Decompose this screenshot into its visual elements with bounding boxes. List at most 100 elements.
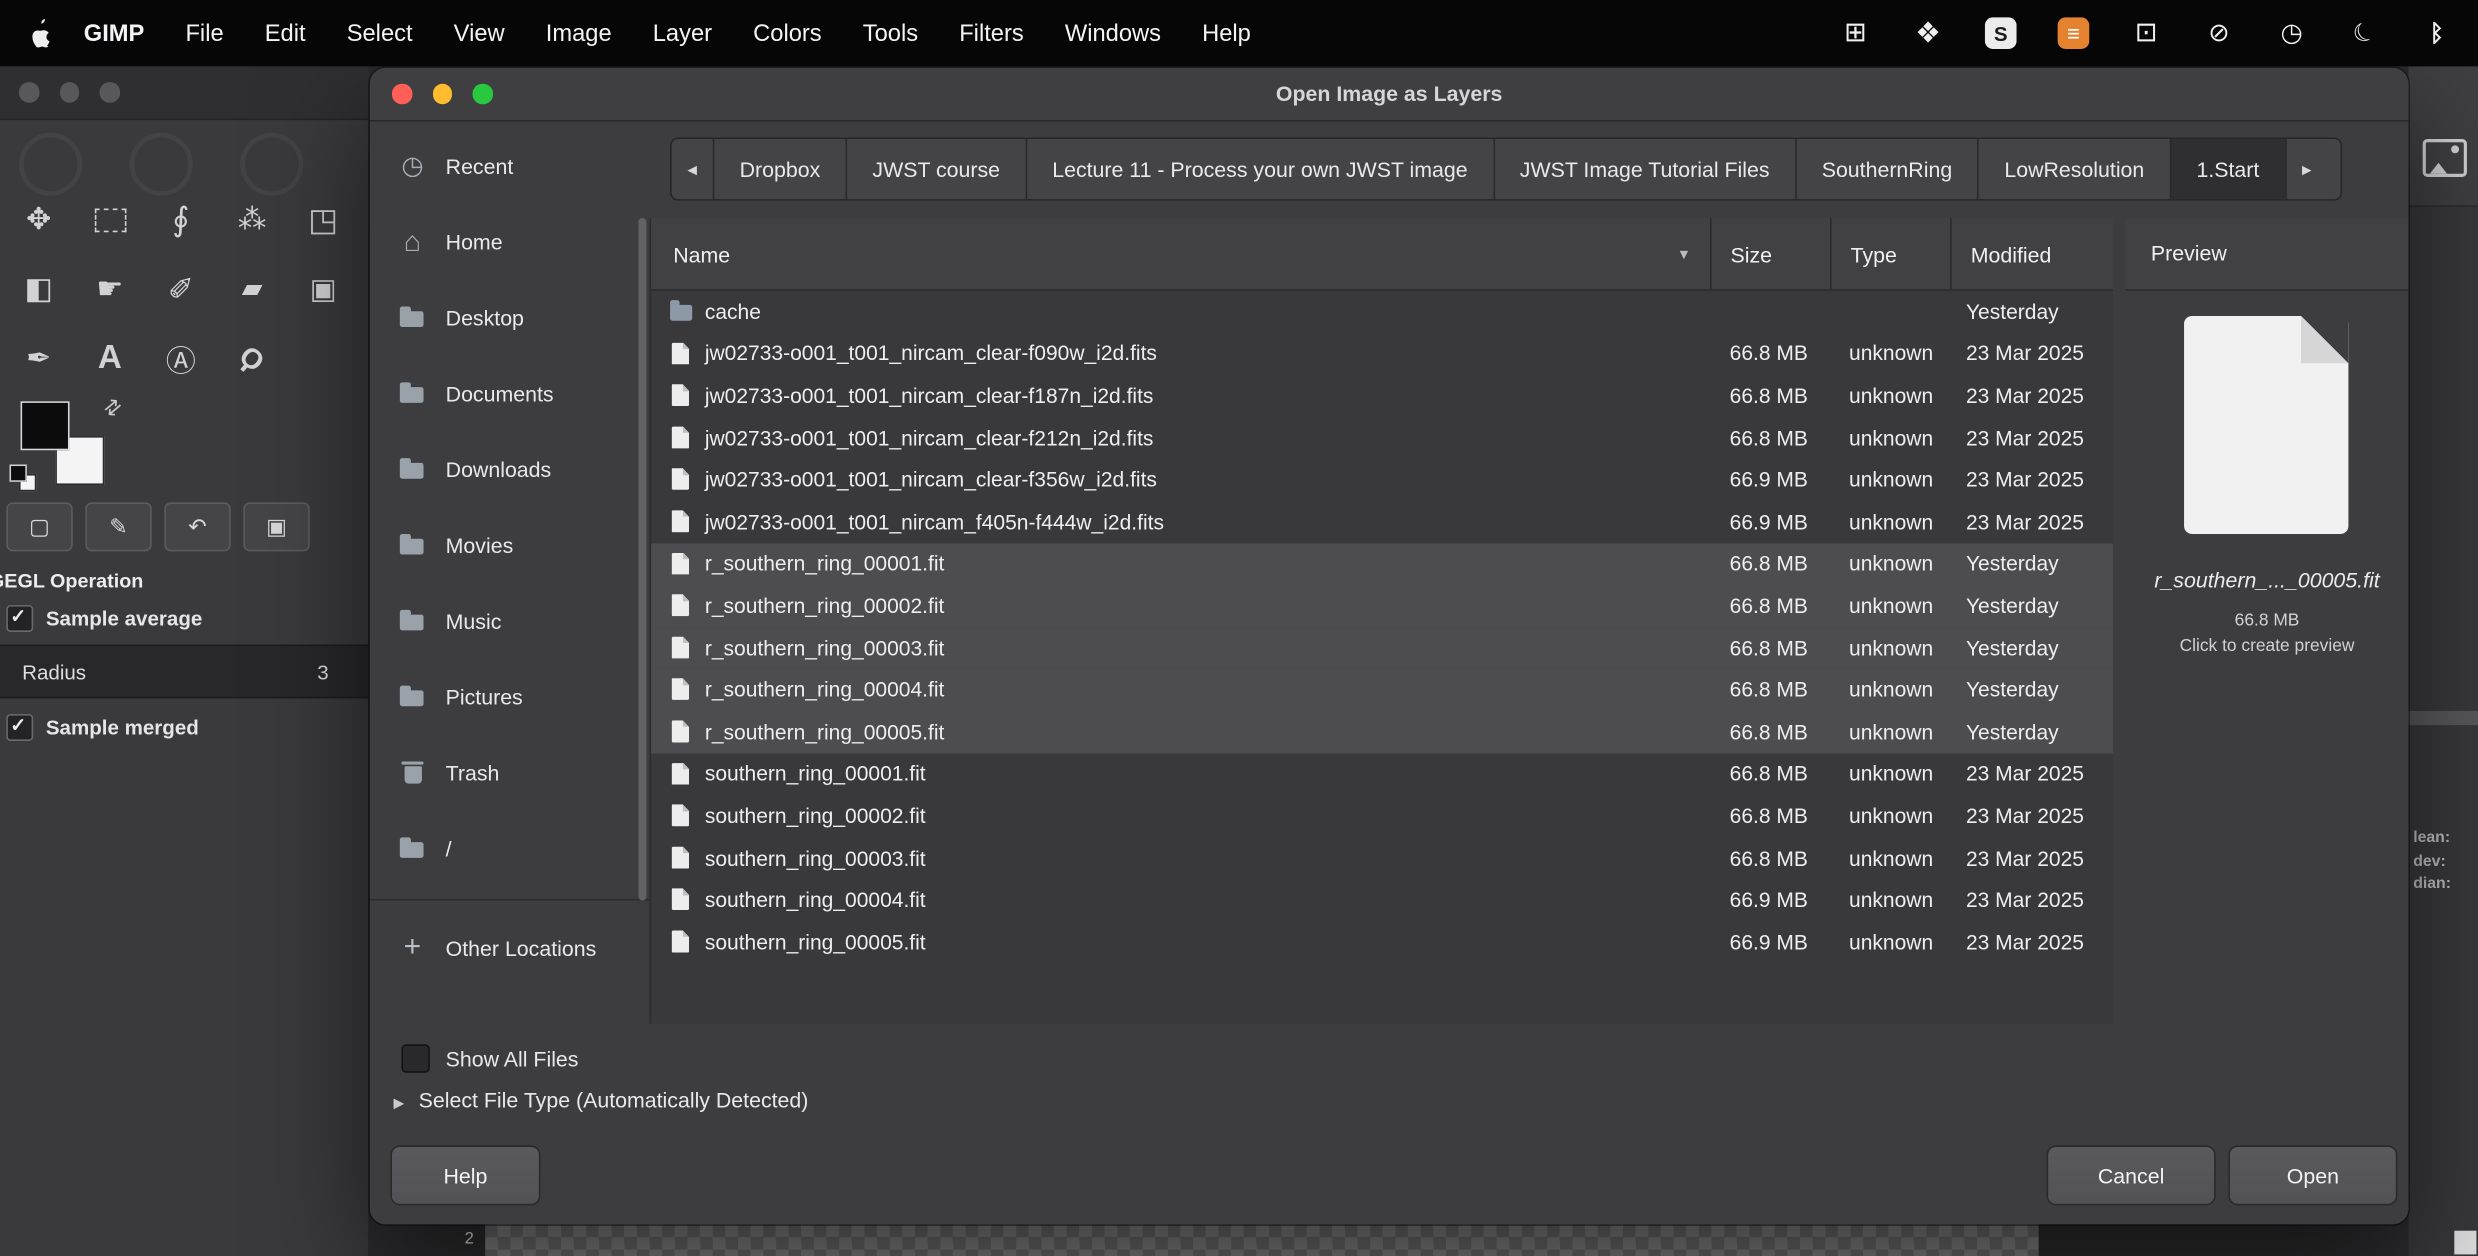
- table-row[interactable]: jw02733-o001_t001_nircam_clear-f356w_i2d…: [651, 459, 2113, 501]
- back-button[interactable]: ◂: [672, 139, 713, 199]
- menu-item[interactable]: View: [433, 20, 525, 47]
- preview-hint[interactable]: Click to create preview: [2126, 637, 2409, 656]
- sidebar-item[interactable]: Documents: [370, 355, 650, 431]
- help-button[interactable]: Help: [390, 1145, 540, 1205]
- sidebar-item[interactable]: Movies: [370, 507, 650, 583]
- dock-corner-handle[interactable]: [2454, 1231, 2476, 1255]
- forward-button[interactable]: ▸: [2285, 139, 2328, 199]
- dialog-titlebar[interactable]: Open Image as Layers: [370, 68, 2409, 122]
- menu-item[interactable]: Layer: [632, 20, 732, 47]
- menu-item[interactable]: Colors: [733, 20, 843, 47]
- restore-preset-button[interactable]: [164, 502, 230, 551]
- table-row[interactable]: r_southern_ring_00001.fit 66.8 MB unknow…: [651, 543, 2113, 585]
- table-row[interactable]: southern_ring_00003.fit 66.8 MB unknown …: [651, 837, 2113, 879]
- sidebar-item-other-locations[interactable]: Other Locations: [370, 913, 650, 983]
- sort-descending-icon[interactable]: ▼: [1677, 246, 1691, 262]
- inactive-zoom-button[interactable]: [100, 83, 120, 103]
- table-row[interactable]: r_southern_ring_00002.fit 66.8 MB unknow…: [651, 585, 2113, 627]
- close-button[interactable]: [392, 84, 412, 104]
- dock-splitter[interactable]: [2408, 711, 2478, 725]
- menu-item[interactable]: Help: [1182, 20, 1272, 47]
- path-segment[interactable]: 1.Start: [2170, 139, 2285, 199]
- preset-button[interactable]: [6, 502, 72, 551]
- font-tool[interactable]: [145, 324, 216, 394]
- dropbox-icon[interactable]: [1912, 17, 1944, 49]
- menu-item[interactable]: Tools: [842, 20, 938, 47]
- rectangle-select-tool[interactable]: [74, 185, 145, 255]
- path-segment[interactable]: SouthernRing: [1795, 139, 1978, 199]
- open-button[interactable]: Open: [2228, 1145, 2397, 1205]
- timer-icon[interactable]: [2276, 17, 2308, 49]
- stats-icon[interactable]: [1985, 17, 2017, 49]
- bluetooth-icon[interactable]: [2421, 17, 2453, 49]
- duplicate-preset-button[interactable]: [243, 502, 309, 551]
- inactive-close-button[interactable]: [19, 83, 39, 103]
- path-segment[interactable]: Lecture 11 - Process your own JWST image: [1025, 139, 1493, 199]
- sidebar-item[interactable]: Desktop: [370, 280, 650, 356]
- path-segment[interactable]: JWST Image Tutorial Files: [1493, 139, 1795, 199]
- paths-tool[interactable]: [3, 324, 74, 394]
- path-segment[interactable]: JWST course: [846, 139, 1026, 199]
- table-row[interactable]: jw02733-o001_t001_nircam_f405n-f444w_i2d…: [651, 501, 2113, 543]
- table-row[interactable]: southern_ring_00005.fit 66.9 MB unknown …: [651, 921, 2113, 963]
- sidebar-item[interactable]: Music: [370, 583, 650, 659]
- table-row[interactable]: cache Yesterday: [651, 291, 2113, 333]
- app-menu-title[interactable]: GIMP: [63, 20, 165, 47]
- minimize-button[interactable]: [432, 84, 452, 104]
- zoom-tool[interactable]: [217, 324, 288, 394]
- sidebar-item[interactable]: Pictures: [370, 659, 650, 735]
- sidebar-item[interactable]: Home: [370, 204, 650, 280]
- swap-colors-icon[interactable]: ⇄: [98, 392, 127, 422]
- path-segment[interactable]: Dropbox: [713, 139, 846, 199]
- image-thumbnail-icon[interactable]: [2423, 139, 2467, 177]
- zoom-button[interactable]: [473, 84, 493, 104]
- column-header-size[interactable]: Size: [1710, 218, 1830, 291]
- sidebar-item[interactable]: Recent: [370, 128, 650, 204]
- radius-spinner[interactable]: Radius 3: [0, 645, 368, 699]
- box-icon[interactable]: [2130, 17, 2162, 49]
- inactive-minimize-button[interactable]: [59, 83, 79, 103]
- path-segment[interactable]: LowResolution: [1977, 139, 2169, 199]
- default-colors-icon[interactable]: [9, 464, 26, 481]
- apple-menu-icon[interactable]: [28, 18, 53, 48]
- edit-preset-button[interactable]: [85, 502, 151, 551]
- column-header-name[interactable]: Name ▼: [651, 218, 1710, 291]
- document-preview-icon[interactable]: [2184, 316, 2348, 534]
- menu-item[interactable]: Image: [525, 20, 632, 47]
- foreground-color-swatch[interactable]: [21, 401, 70, 450]
- grid-icon[interactable]: [1840, 17, 1872, 49]
- menu-item[interactable]: Edit: [244, 20, 326, 47]
- show-all-files-checkbox[interactable]: [401, 1044, 429, 1072]
- bucket-fill-tool[interactable]: [3, 254, 74, 324]
- table-row[interactable]: southern_ring_00002.fit 66.8 MB unknown …: [651, 795, 2113, 837]
- table-row[interactable]: r_southern_ring_00004.fit 66.8 MB unknow…: [651, 669, 2113, 711]
- table-row[interactable]: jw02733-o001_t001_nircam_clear-f090w_i2d…: [651, 333, 2113, 375]
- table-row[interactable]: southern_ring_00004.fit 66.9 MB unknown …: [651, 879, 2113, 921]
- menu-item[interactable]: File: [165, 20, 244, 47]
- table-row[interactable]: jw02733-o001_t001_nircam_clear-f187n_i2d…: [651, 375, 2113, 417]
- sidebar-item[interactable]: Trash: [370, 735, 650, 811]
- do-not-disturb-icon[interactable]: [2203, 17, 2235, 49]
- sample-average-checkbox[interactable]: [6, 605, 33, 632]
- menu-item[interactable]: Windows: [1044, 20, 1181, 47]
- move-tool[interactable]: [3, 185, 74, 255]
- table-row[interactable]: southern_ring_00001.fit 66.8 MB unknown …: [651, 753, 2113, 795]
- file-type-expander[interactable]: Select File Type (Automatically Detected…: [394, 1089, 809, 1113]
- sidebar-scrollbar[interactable]: [638, 218, 646, 901]
- clone-tool[interactable]: [288, 254, 359, 324]
- sample-merged-checkbox[interactable]: [6, 714, 33, 741]
- sidebar-item[interactable]: /: [370, 810, 650, 886]
- fuzzy-select-tool[interactable]: [217, 185, 288, 255]
- menu-item[interactable]: Filters: [939, 20, 1045, 47]
- smudge-tool[interactable]: [74, 254, 145, 324]
- free-select-tool[interactable]: [145, 185, 216, 255]
- moon-icon[interactable]: [2348, 17, 2380, 49]
- table-row[interactable]: r_southern_ring_00005.fit 66.8 MB unknow…: [651, 711, 2113, 753]
- table-row[interactable]: r_southern_ring_00003.fit 66.8 MB unknow…: [651, 627, 2113, 669]
- clipboard-icon[interactable]: [2058, 17, 2090, 49]
- paintbrush-tool[interactable]: [145, 254, 216, 324]
- menu-item[interactable]: Select: [326, 20, 433, 47]
- eraser-tool[interactable]: [217, 254, 288, 324]
- column-header-modified[interactable]: Modified: [1950, 218, 2113, 291]
- cancel-button[interactable]: Cancel: [2047, 1145, 2216, 1205]
